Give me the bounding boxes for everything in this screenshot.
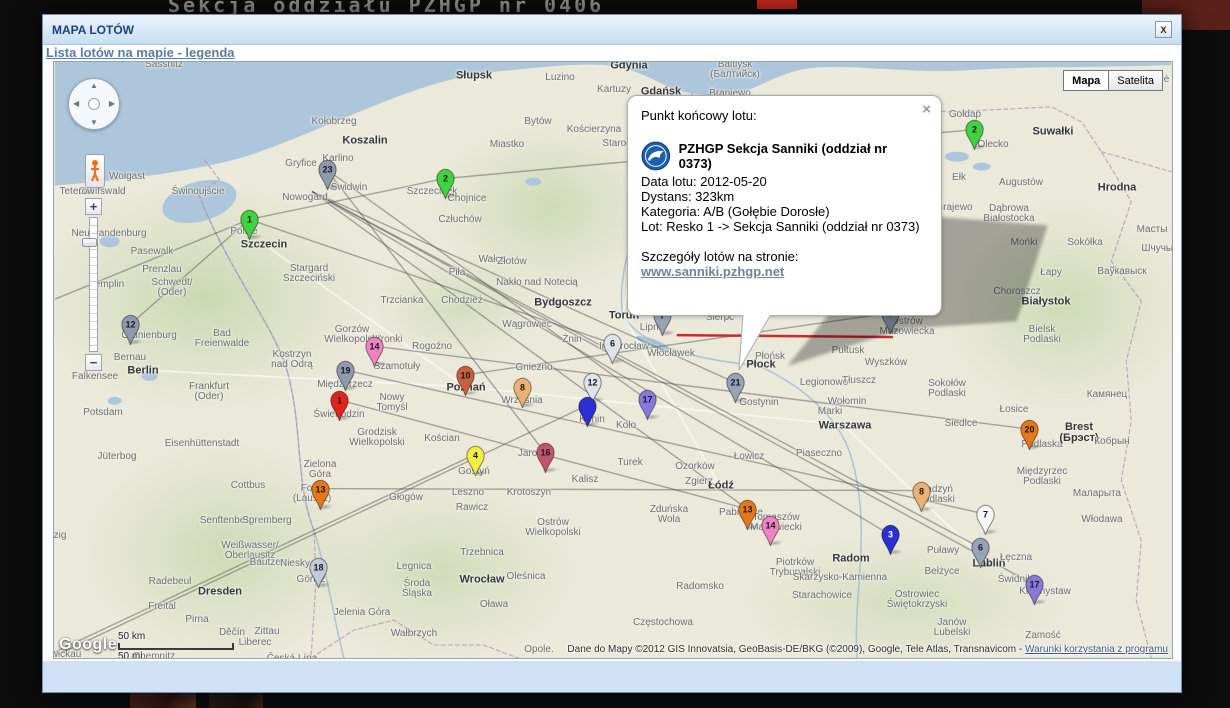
- legend-row: Lista lotów na mapie - legenda: [43, 45, 1181, 61]
- pan-down-icon[interactable]: ▼: [90, 118, 98, 127]
- flight-route: Lot: Resko 1 -> Sekcja Sanniki (oddział …: [641, 219, 921, 234]
- details-label: Szczegóły lotów na stronie:: [641, 249, 921, 264]
- terms-of-use-link[interactable]: Warunki korzystania z programu: [1025, 644, 1168, 655]
- scale-mi-label: 50 mi: [118, 651, 234, 659]
- flight-map-dialog: MAPA LOTÓW X Lista lotów na mapie - lege…: [42, 14, 1182, 693]
- map-canvas[interactable]: SassnitzGreifswaldWolgastŚwinoujścieTete…: [53, 61, 1173, 659]
- flight-info-window: × Punkt końcowy lotu: PZHGP Sekcja Sanni…: [627, 95, 942, 316]
- info-window-close-icon[interactable]: ×: [922, 102, 931, 117]
- pegman-icon: [89, 159, 101, 183]
- map-scale-control: 50 km 50 mi: [118, 631, 234, 659]
- pzhgp-logo-icon: [641, 141, 671, 171]
- dialog-close-button[interactable]: X: [1155, 21, 1172, 38]
- page-background: { "page": { "background_title": "Sekcja …: [0, 0, 1230, 708]
- map-type-map-button[interactable]: Mapa: [1063, 70, 1109, 91]
- info-window-tail: [733, 314, 783, 376]
- background-red-badge: [757, 0, 797, 9]
- street-view-pegman[interactable]: [85, 154, 105, 188]
- google-logo: Google: [59, 636, 117, 654]
- map-attribution: Dane do Mapy ©2012 GIS Innovatsia, GeoBa…: [567, 644, 1168, 655]
- pan-right-icon[interactable]: ▶: [109, 99, 115, 108]
- pan-center-icon[interactable]: [88, 98, 100, 110]
- flight-distance: Dystans: 323km: [641, 189, 921, 204]
- zoom-out-button[interactable]: −: [85, 354, 102, 371]
- pan-up-icon[interactable]: ▲: [90, 81, 98, 90]
- pan-left-icon[interactable]: ◀: [73, 99, 79, 108]
- scale-km-label: 50 km: [118, 631, 234, 642]
- club-name: PZHGP Sekcja Sanniki (oddział nr 0373): [679, 141, 921, 171]
- zoom-slider-handle[interactable]: [82, 238, 97, 247]
- attribution-text: Dane do Mapy ©2012 GIS Innovatsia, GeoBa…: [567, 644, 1025, 655]
- zoom-in-button[interactable]: +: [85, 198, 102, 215]
- map-type-control: Mapa Satelita: [1063, 70, 1163, 91]
- info-window-heading: Punkt końcowy lotu:: [641, 108, 921, 123]
- dialog-title: MAPA LOTÓW: [52, 23, 134, 37]
- club-website-link[interactable]: www.sanniki.pzhgp.net: [641, 264, 784, 279]
- map-type-satellite-button[interactable]: Satelita: [1109, 70, 1163, 91]
- pan-control[interactable]: ▲ ▼ ◀ ▶: [68, 78, 120, 130]
- dialog-titlebar: MAPA LOTÓW X: [43, 15, 1181, 45]
- infowindow-shadow: [54, 62, 1172, 658]
- flight-category: Kategoria: A/B (Gołębie Dorosłe): [641, 204, 921, 219]
- scale-bar: [118, 643, 234, 650]
- flight-date: Data lotu: 2012-05-20: [641, 174, 921, 189]
- dialog-bottom-strip: [43, 661, 1181, 692]
- flight-list-legend-link[interactable]: Lista lotów na mapie - legenda: [46, 46, 235, 60]
